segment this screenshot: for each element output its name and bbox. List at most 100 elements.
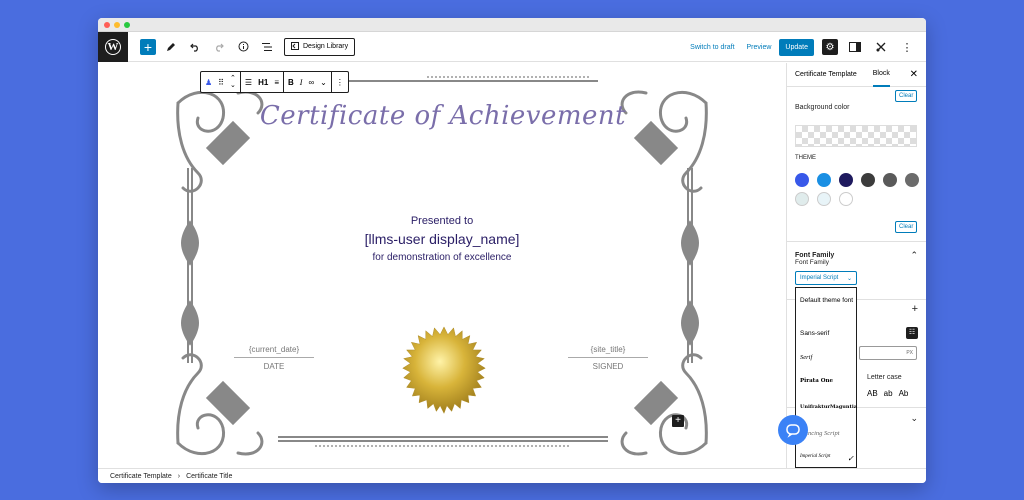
excellence-text[interactable]: for demonstration of excellence (98, 252, 786, 263)
signed-label: SIGNED (592, 362, 624, 371)
tab-certificate-template[interactable]: Certificate Template (795, 63, 857, 87)
info-icon[interactable] (234, 32, 252, 62)
more-format-chevron-icon[interactable]: ⌄ (320, 78, 327, 87)
font-family-section-title[interactable]: Font Family (795, 252, 834, 259)
breadcrumb: Certificate Template › Certificate Title (98, 468, 926, 483)
theme-color-swatch[interactable] (861, 173, 875, 187)
toolbar-right: Switch to draft Preview Update ⚙ ⋮ (690, 32, 926, 62)
certificate-canvas: ♟ ⠿ ⌃ ⌄ ☰ H1 ≡ B I ∞ ⌄ ⋮ Certificate of A… (98, 63, 786, 468)
divider (787, 241, 926, 242)
close-sidebar-icon[interactable]: ✕ (910, 69, 918, 80)
letter-case-label: Letter case (867, 374, 902, 381)
wordpress-icon: W (105, 38, 121, 55)
theme-color-swatch[interactable] (839, 173, 853, 187)
block-mover-group: ♟ ⠿ ⌃ ⌄ (201, 72, 241, 92)
selected-check-icon: ✓ (847, 454, 854, 463)
theme-color-swatch[interactable] (905, 173, 919, 187)
clear-button-top[interactable]: Clear (895, 90, 918, 102)
align-icon[interactable]: ☰ (245, 78, 252, 87)
more-options-icon[interactable]: ⋮ (898, 32, 916, 62)
theme-color-swatch[interactable] (817, 192, 831, 206)
chat-bubble-icon (786, 424, 800, 438)
block-type-icon[interactable]: ♟ (205, 78, 212, 87)
bold-button[interactable]: B (288, 78, 294, 87)
font-family-value: Imperial Script (800, 275, 839, 281)
gold-seal-icon (402, 326, 486, 414)
design-library-button[interactable]: Design Library (284, 37, 356, 56)
user-display-name[interactable]: [llms-user display_name] (98, 231, 786, 247)
letter-case-lower[interactable]: ab (884, 389, 893, 398)
library-icon (291, 41, 299, 52)
sidebar-tabs: Certificate Template Block ✕ (787, 63, 926, 87)
breadcrumb-separator-icon: › (177, 472, 181, 480)
options-group: ⋮ (332, 72, 348, 92)
font-family-label: Font Family (795, 259, 829, 266)
font-option-unifraktur[interactable]: UnifrakturMaguntia (800, 404, 857, 410)
theme-color-swatch[interactable] (883, 173, 897, 187)
font-option-sans-serif[interactable]: Sans-serif (800, 330, 854, 337)
breadcrumb-item[interactable]: Certificate Template (110, 473, 172, 480)
presented-to-text[interactable]: Presented to (98, 215, 786, 227)
font-option-pirata-one[interactable]: Pirata One (800, 378, 854, 384)
close-dot[interactable] (104, 21, 110, 28)
background-color-label: Background color (795, 104, 850, 111)
settings-gear-icon[interactable]: ⚙ (822, 39, 838, 55)
date-line (234, 357, 314, 358)
panel-toggle-icon[interactable] (846, 32, 864, 62)
maximize-dot[interactable] (124, 21, 130, 28)
site-line (568, 357, 648, 358)
breadcrumb-item[interactable]: Certificate Title (186, 473, 232, 480)
dotted-row-bottom (315, 445, 569, 447)
window-titlebar (98, 18, 926, 32)
font-option-serif[interactable]: Serif (800, 354, 854, 361)
px-unit-label: PX (906, 350, 913, 356)
tab-block[interactable]: Block (872, 63, 890, 87)
font-option-default[interactable]: Default theme font (800, 294, 854, 307)
sliders-icon[interactable]: ☷ (906, 327, 918, 339)
preview-button[interactable]: Preview (747, 44, 772, 51)
move-up-down-icon[interactable]: ⌃ ⌄ (230, 75, 236, 89)
collapse-chevron-up-icon[interactable]: ⌃ (910, 250, 918, 261)
update-button[interactable]: Update (779, 38, 814, 56)
theme-color-swatch[interactable] (839, 192, 853, 206)
help-chat-button[interactable] (778, 415, 808, 445)
italic-button[interactable]: I (300, 78, 303, 87)
background-color-preview[interactable] (795, 125, 917, 147)
redo-icon[interactable] (210, 32, 228, 62)
tools-icon[interactable] (872, 32, 890, 62)
editor-window: W + Design Library Switch to draft Previ… (98, 18, 926, 483)
certificate-title[interactable]: Certificate of Achievement (258, 101, 628, 131)
size-input[interactable]: PX (859, 346, 917, 360)
add-plus-icon[interactable]: + (912, 303, 918, 315)
date-field[interactable]: {current_date} DATE (234, 345, 314, 371)
letter-case-capitalize[interactable]: Ab (899, 389, 909, 398)
switch-to-draft-button[interactable]: Switch to draft (690, 44, 734, 51)
expand-chevron-down-icon[interactable]: ⌄ (910, 413, 918, 424)
font-family-select[interactable]: Imperial Script ⌄ (795, 271, 857, 285)
site-field[interactable]: {site_title} SIGNED (568, 345, 648, 371)
date-label: DATE (263, 362, 285, 371)
insert-block-plus-icon[interactable]: + (672, 415, 684, 427)
edit-tool-icon[interactable] (162, 32, 180, 62)
text-align-icon[interactable]: ≡ (274, 78, 279, 87)
link-icon[interactable]: ∞ (308, 78, 314, 87)
undo-icon[interactable] (186, 32, 204, 62)
theme-color-swatch[interactable] (795, 173, 809, 187)
site-value: {site_title} (590, 345, 626, 354)
date-value: {current_date} (248, 345, 300, 354)
block-options-icon[interactable]: ⋮ (336, 78, 344, 87)
font-option-dancing-script[interactable]: Dancing Script (800, 430, 854, 437)
letter-case-upper[interactable]: AB (867, 389, 878, 398)
theme-color-swatch[interactable] (817, 173, 831, 187)
theme-color-swatch[interactable] (795, 192, 809, 206)
add-block-button[interactable]: + (140, 38, 156, 55)
font-option-imperial-script[interactable]: Imperial Script ✓ (800, 454, 854, 463)
list-view-icon[interactable] (258, 32, 276, 62)
clear-button-bottom[interactable]: Clear (895, 221, 918, 233)
block-toolbar: ♟ ⠿ ⌃ ⌄ ☰ H1 ≡ B I ∞ ⌄ ⋮ (200, 71, 349, 93)
wordpress-logo-button[interactable]: W (98, 31, 128, 62)
drag-handle-icon[interactable]: ⠿ (218, 78, 224, 87)
heading-level-button[interactable]: H1 (258, 78, 268, 87)
minimize-dot[interactable] (114, 21, 120, 28)
imperial-script-label: Imperial Script (800, 454, 831, 459)
